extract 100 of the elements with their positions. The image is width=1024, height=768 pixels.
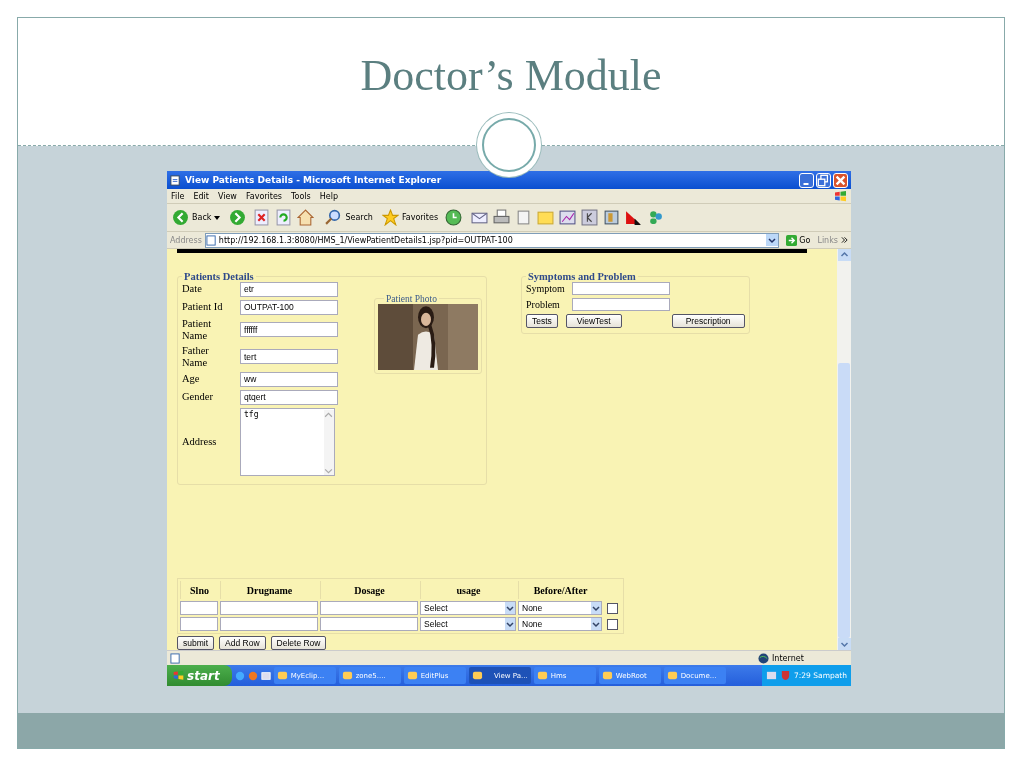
text-field[interactable] <box>220 601 318 615</box>
text-field[interactable] <box>180 601 218 615</box>
vertical-scrollbar[interactable] <box>837 249 851 650</box>
app-icon <box>601 670 613 681</box>
menu-item[interactable]: Favorites <box>245 191 282 201</box>
key-tile-icon[interactable] <box>581 209 599 226</box>
text-field[interactable] <box>572 282 670 295</box>
search-button[interactable]: Search <box>323 209 375 226</box>
globe-icon <box>758 652 769 664</box>
windows-flag-icon <box>834 190 847 202</box>
restore-button[interactable] <box>816 172 831 188</box>
scroll-down-icon[interactable] <box>837 638 851 650</box>
field-label: Father Name <box>182 345 210 369</box>
text-field[interactable]: etr <box>240 282 338 297</box>
text-field[interactable] <box>320 617 418 631</box>
scroll-up-icon[interactable] <box>837 249 851 261</box>
menu-item[interactable]: View <box>217 191 237 201</box>
app-icon <box>666 670 678 681</box>
minimize-icon <box>803 182 809 185</box>
text-field[interactable] <box>572 298 670 311</box>
column-header: Slno <box>180 581 218 599</box>
field-label: Date <box>182 283 203 296</box>
column-header: Drugname <box>220 581 318 599</box>
window-title: View Patients Details - Microsoft Internet Explorer <box>185 175 443 185</box>
text-field[interactable]: tert <box>240 349 338 365</box>
panel-legend: Patient Photo <box>384 294 439 304</box>
favorites-button[interactable]: Favorites <box>379 209 441 226</box>
search-icon <box>325 209 343 226</box>
checkbox[interactable] <box>607 602 618 614</box>
field-label: Gender <box>182 391 214 404</box>
windows-flag-icon <box>173 670 184 681</box>
page-icon <box>170 174 181 186</box>
form-button[interactable]: Add Row <box>219 636 266 650</box>
close-button[interactable] <box>833 172 848 188</box>
back-button[interactable]: Back <box>170 209 223 226</box>
browser-icon[interactable] <box>234 670 245 681</box>
text-field[interactable]: ww <box>240 372 338 387</box>
history-icon[interactable] <box>445 209 463 226</box>
slide-title: Doctor’s Module <box>360 50 662 102</box>
text-field[interactable] <box>220 617 318 631</box>
field-label: Patient Id <box>182 301 224 314</box>
menu-item[interactable]: Tools <box>291 191 311 201</box>
scroll-down-icon[interactable] <box>324 466 333 475</box>
network-icon <box>766 670 778 681</box>
minimize-button[interactable] <box>799 172 814 188</box>
text-field[interactable] <box>320 601 418 615</box>
select-dropdown[interactable]: Select <box>420 617 516 631</box>
app-icon <box>406 670 418 681</box>
window-icon[interactable] <box>260 670 271 681</box>
text-field[interactable] <box>180 617 218 631</box>
form-button[interactable]: Delete Row <box>270 636 327 650</box>
go-button[interactable]: Go <box>782 234 815 246</box>
menu-item[interactable]: Help <box>319 191 338 201</box>
go-arrow-icon <box>786 234 798 246</box>
field-label: Age <box>182 373 201 386</box>
app-icon <box>341 670 353 681</box>
column-header: Before/After <box>518 581 602 599</box>
page-icon <box>170 652 181 664</box>
form-button[interactable]: ViewTest <box>565 314 622 328</box>
panel-legend: Patients Details <box>182 271 256 282</box>
restore-icon <box>817 173 830 187</box>
shield-icon <box>780 670 792 681</box>
app-icon <box>536 670 548 681</box>
home-icon[interactable] <box>297 209 315 226</box>
column-header: usage <box>420 581 516 599</box>
scroll-up-icon[interactable] <box>324 410 333 419</box>
text-field[interactable]: OUTPAT-100 <box>240 300 338 315</box>
text-field[interactable]: qtqert <box>240 390 338 405</box>
caret-icon <box>214 215 221 220</box>
field-label: Address <box>182 436 218 448</box>
address-field[interactable]: http://192.168.1.3:8080/HMS_1/ViewPatientDetails1.jsp?pid=OUTPAT-100 <box>204 232 780 248</box>
form-button[interactable]: Tests <box>526 314 558 328</box>
address-textarea[interactable]: tfg <box>240 408 335 476</box>
select-dropdown[interactable]: Select <box>420 601 516 615</box>
zone-label: Internet <box>772 653 804 663</box>
column-header: Dosage <box>320 581 418 599</box>
refresh-icon[interactable] <box>275 209 293 226</box>
select-dropdown[interactable]: None <box>518 617 602 631</box>
field-label: Problem <box>526 299 561 310</box>
chevron-icon[interactable] <box>841 237 848 243</box>
menu-item[interactable]: File <box>171 191 185 201</box>
star-icon <box>381 209 399 226</box>
select-dropdown[interactable]: None <box>518 601 602 615</box>
address-label: Address <box>170 235 202 245</box>
form-button[interactable]: Prescription <box>671 314 745 328</box>
text-field[interactable]: ffffff <box>240 322 338 338</box>
flag-icon[interactable] <box>625 209 643 226</box>
close-icon <box>834 173 847 187</box>
field-label: Patient Name <box>182 318 213 342</box>
app-icon <box>471 670 483 681</box>
panel-legend: Symptoms and Problem <box>526 271 638 282</box>
page-icon <box>205 234 217 246</box>
printer-icon[interactable] <box>493 209 511 226</box>
chart-icon[interactable] <box>559 209 577 226</box>
app-icon <box>276 670 288 681</box>
menu-item[interactable]: Edit <box>193 191 209 201</box>
form-button[interactable]: submit <box>177 636 215 650</box>
stop-icon[interactable] <box>253 209 271 226</box>
checkbox[interactable] <box>607 618 618 630</box>
field-label: Symptom <box>526 283 566 294</box>
